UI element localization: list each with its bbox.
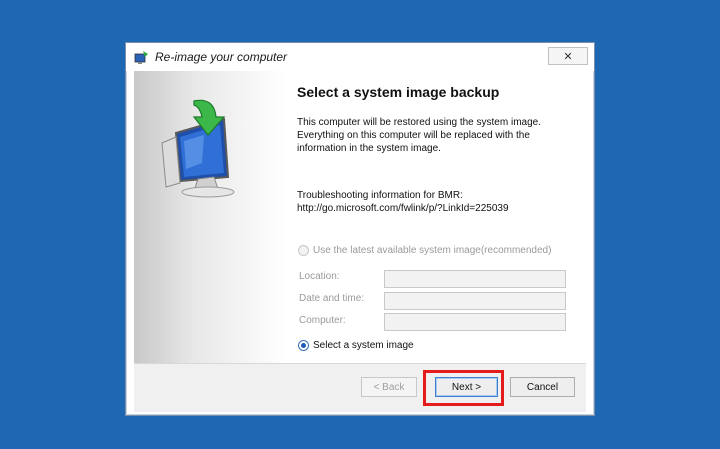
page-title: Select a system image backup [297,84,500,100]
next-button-highlight [423,370,504,406]
content-area: Select a system image backup This comput… [286,71,586,363]
radio-latest-label: Use the latest available system image(re… [313,245,552,256]
location-label: Location: [299,271,340,282]
reimage-dialog: Re-image your computer ✕ Select a system… [125,42,595,416]
location-field [384,270,566,288]
reimage-app-icon [134,51,148,64]
window-title: Re-image your computer [155,50,288,64]
cancel-button[interactable]: Cancel [510,377,575,397]
back-button[interactable]: < Back [361,377,417,397]
troubleshoot-link[interactable]: http://go.microsoft.com/fwlink/p/?LinkId… [297,202,577,215]
computer-restore-icon [161,99,235,198]
troubleshoot-label: Troubleshooting information for BMR: [297,190,463,201]
radio-latest-image[interactable]: Use the latest available system image(re… [298,245,551,256]
radio-button-checked[interactable] [298,340,309,351]
dialog-footer: < Back Next > Cancel [134,363,586,412]
datetime-field [384,292,566,310]
computer-field [384,313,566,331]
title-bar[interactable]: Re-image your computer ✕ [126,43,594,71]
radio-select-image[interactable]: Select a system image [298,340,414,351]
radio-button[interactable] [298,245,309,256]
datetime-label: Date and time: [299,293,365,304]
computer-label: Computer: [299,315,346,326]
side-panel [134,71,286,363]
close-button[interactable]: ✕ [548,47,588,65]
close-icon: ✕ [563,50,573,63]
description-text: This computer will be restored using the… [297,117,541,154]
radio-select-label: Select a system image [313,340,414,351]
